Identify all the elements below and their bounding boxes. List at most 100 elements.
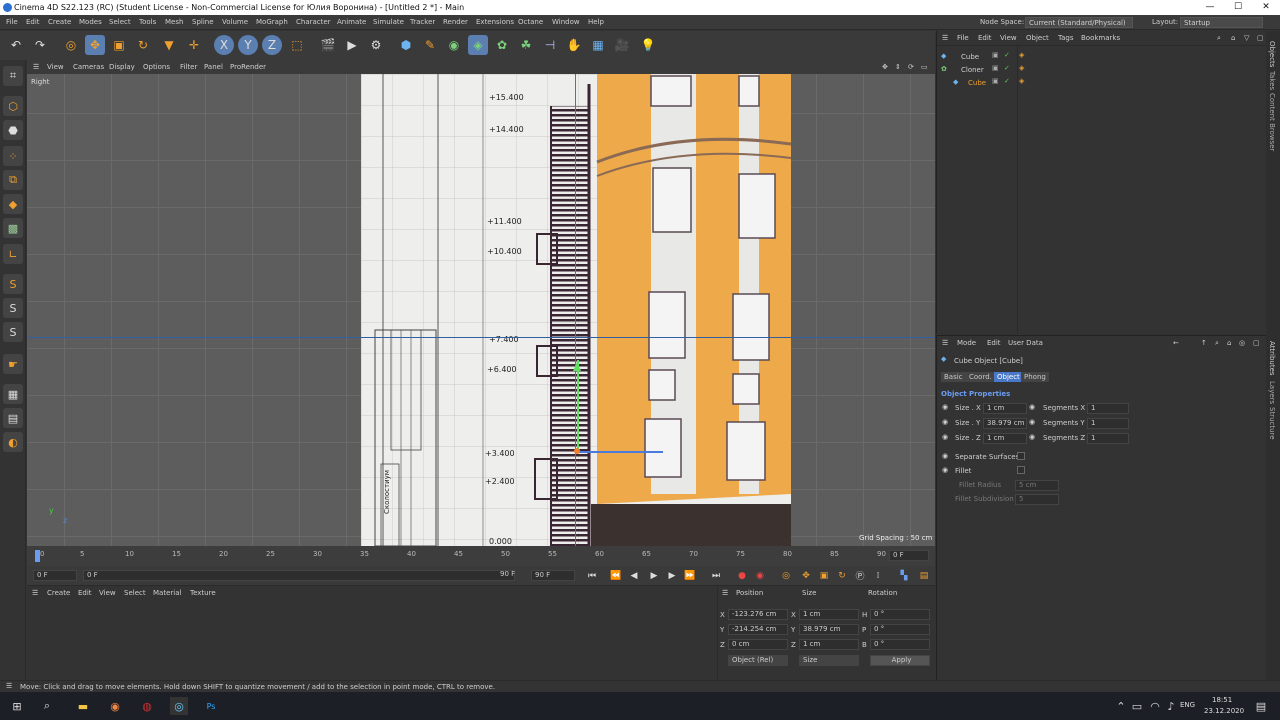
recent-tools-icon[interactable]: ▼ — [159, 35, 179, 55]
objects-menu-icon[interactable]: ☰ — [942, 34, 948, 42]
tab-structure[interactable]: Structure — [1268, 407, 1276, 440]
attr-settings-icon[interactable]: ◎ — [1239, 339, 1245, 347]
model-mode-icon[interactable]: ⬡ — [3, 96, 23, 116]
timeline-ruler[interactable]: 0 5 10 15 20 25 30 35 40 45 50 55 60 65 … — [27, 546, 935, 566]
menu-help[interactable]: Help — [588, 18, 604, 26]
back-arrow-icon[interactable]: ← — [1173, 339, 1179, 347]
object-row-cube[interactable]: ◆ Cube ▣ ✓ ◈ — [937, 51, 1267, 63]
tag-icon[interactable]: ◈ — [1019, 77, 1024, 85]
menu-extensions[interactable]: Extensions — [476, 18, 514, 26]
obj-new-window-icon[interactable]: ▢ — [1257, 34, 1264, 42]
attr-menu-icon[interactable]: ☰ — [942, 339, 948, 347]
status-menu-icon[interactable]: ☰ — [6, 682, 12, 690]
go-to-start-icon[interactable]: ⏮ — [585, 569, 599, 582]
up-arrow-icon[interactable]: ↑ — [1201, 339, 1207, 347]
keyframe-toggle-icon[interactable]: ◉ — [942, 403, 948, 411]
minimize-button[interactable]: — — [1196, 0, 1224, 15]
vp-menu-cameras[interactable]: Cameras — [73, 63, 104, 71]
vp-menu-view[interactable]: View — [47, 63, 64, 71]
visibility-dots-icon[interactable]: ▣ — [992, 64, 999, 72]
mat-menu-material[interactable]: Material — [153, 589, 181, 597]
size-x-field[interactable]: 1 cm — [799, 609, 859, 620]
workplane-icon[interactable]: ▦ — [3, 384, 23, 404]
layout-dropdown[interactable]: Startup — [1180, 17, 1263, 28]
rotation-b-field[interactable]: 0 ° — [870, 639, 930, 650]
render-view-icon[interactable]: 🎬 — [318, 35, 338, 55]
tag-icon[interactable]: ◈ — [1019, 51, 1024, 59]
vp-menu-panel[interactable]: Panel — [204, 63, 223, 71]
file-explorer-icon[interactable]: ▬ — [74, 697, 92, 715]
polygons-mode-icon[interactable]: ◆ — [3, 194, 23, 214]
menu-spline[interactable]: Spline — [192, 18, 214, 26]
axis-mode-icon[interactable]: ∟ — [3, 244, 23, 264]
attr-new-window-icon[interactable]: ▢ — [1253, 339, 1260, 347]
light-icon[interactable]: 💡 — [638, 35, 658, 55]
solo-mode-icon[interactable]: ◐ — [3, 432, 23, 452]
volume-icon[interactable]: ♪ — [1162, 697, 1180, 715]
node-space-dropdown[interactable]: Current (Standard/Physical) — [1025, 17, 1133, 28]
pen-spline-icon[interactable]: ✎ — [420, 35, 440, 55]
apply-button[interactable]: Apply — [870, 655, 930, 666]
rotation-h-field[interactable]: 0 ° — [870, 609, 930, 620]
clock-time[interactable]: 18:51 — [1212, 696, 1232, 704]
viewport-zoom-icon[interactable]: ⇕ — [895, 63, 901, 71]
rotate-tool-icon[interactable]: ↻ — [133, 35, 153, 55]
position-z-field[interactable]: 0 cm — [728, 639, 788, 650]
menu-file[interactable]: File — [6, 18, 18, 26]
attr-lock-icon[interactable]: ⌂ — [1227, 339, 1231, 347]
gizmo-y-arrow-icon[interactable] — [573, 362, 581, 371]
keyframe-toggle-icon[interactable]: ◉ — [1029, 418, 1035, 426]
transform-icon[interactable]: ✛ — [184, 35, 204, 55]
segments-x-input[interactable]: 1 — [1087, 403, 1129, 414]
menu-create[interactable]: Create — [48, 18, 71, 26]
prev-frame-icon[interactable]: ◀ — [627, 569, 641, 582]
tab-content-browser[interactable]: Content Browser — [1268, 93, 1276, 151]
coordinate-system-icon[interactable]: ⬚ — [287, 35, 307, 55]
points-mode-icon[interactable]: ⁘ — [3, 146, 23, 166]
mat-menu-select[interactable]: Select — [124, 589, 146, 597]
size-x-input[interactable]: 1 cm — [983, 403, 1027, 414]
uv-mode-icon[interactable]: ▩ — [3, 218, 23, 238]
material-menu-icon[interactable]: ☰ — [32, 589, 38, 597]
photoshop-icon[interactable]: Ps — [202, 697, 220, 715]
viewport-rotate-icon[interactable]: ⟳ — [908, 63, 914, 71]
tab-takes[interactable]: Takes — [1268, 71, 1276, 90]
position-y-field[interactable]: -214.254 cm — [728, 624, 788, 635]
parameter-key-icon[interactable]: Ⓟ — [853, 569, 867, 582]
menu-window[interactable]: Window — [552, 18, 580, 26]
object-row-cube-child[interactable]: ◆ Cube ▣ ✓ ◈ — [937, 77, 1267, 89]
attr-menu-edit[interactable]: Edit — [987, 339, 1001, 347]
vp-menu-filter[interactable]: Filter — [180, 63, 197, 71]
z-axis-lock-icon[interactable]: Z — [262, 35, 282, 55]
redo-icon[interactable]: ↷ — [30, 35, 50, 55]
viewport-pan-icon[interactable]: ✥ — [882, 63, 888, 71]
deformer-icon[interactable]: ⊣ — [540, 35, 560, 55]
tab-basic[interactable]: Basic — [941, 372, 966, 382]
menu-select[interactable]: Select — [109, 18, 131, 26]
locked-workplane-icon[interactable]: ▤ — [3, 408, 23, 428]
texture-mode-icon[interactable]: ⬣ — [3, 120, 23, 140]
vp-menu-prorender[interactable]: ProRender — [230, 63, 266, 71]
obj-filter-icon[interactable]: ▽ — [1244, 34, 1249, 42]
segments-y-input[interactable]: 1 — [1087, 418, 1129, 429]
enabled-check-icon[interactable]: ✓ — [1004, 77, 1010, 85]
size-z-field[interactable]: 1 cm — [799, 639, 859, 650]
move-gizmo-z-handle[interactable] — [579, 451, 663, 453]
attr-menu-user-data[interactable]: User Data — [1008, 339, 1043, 347]
next-key-icon[interactable]: ⏩ — [683, 569, 697, 582]
cinema4d-taskbar-icon[interactable]: ◎ — [170, 697, 188, 715]
render-settings-icon[interactable]: ⚙ — [366, 35, 386, 55]
keyframe-toggle-icon[interactable]: ◉ — [1029, 433, 1035, 441]
cloner-icon[interactable]: ✿ — [492, 35, 512, 55]
move-tool-icon[interactable]: ✥ — [85, 35, 105, 55]
size-mode-dropdown[interactable]: Size — [799, 655, 859, 666]
fillet-subdivision-input[interactable]: 5 — [1015, 494, 1059, 505]
viewport-menu-icon[interactable]: ☰ — [33, 63, 39, 71]
tag-icon[interactable]: ◈ — [1019, 64, 1024, 72]
menu-tracker[interactable]: Tracker — [410, 18, 435, 26]
timeline-window-icon[interactable]: ▤ — [917, 569, 931, 582]
tweak-mode-icon[interactable]: ☛ — [3, 354, 23, 374]
menu-simulate[interactable]: Simulate — [373, 18, 404, 26]
maximize-button[interactable]: ☐ — [1224, 0, 1252, 15]
fillet-checkbox[interactable] — [1017, 466, 1025, 474]
